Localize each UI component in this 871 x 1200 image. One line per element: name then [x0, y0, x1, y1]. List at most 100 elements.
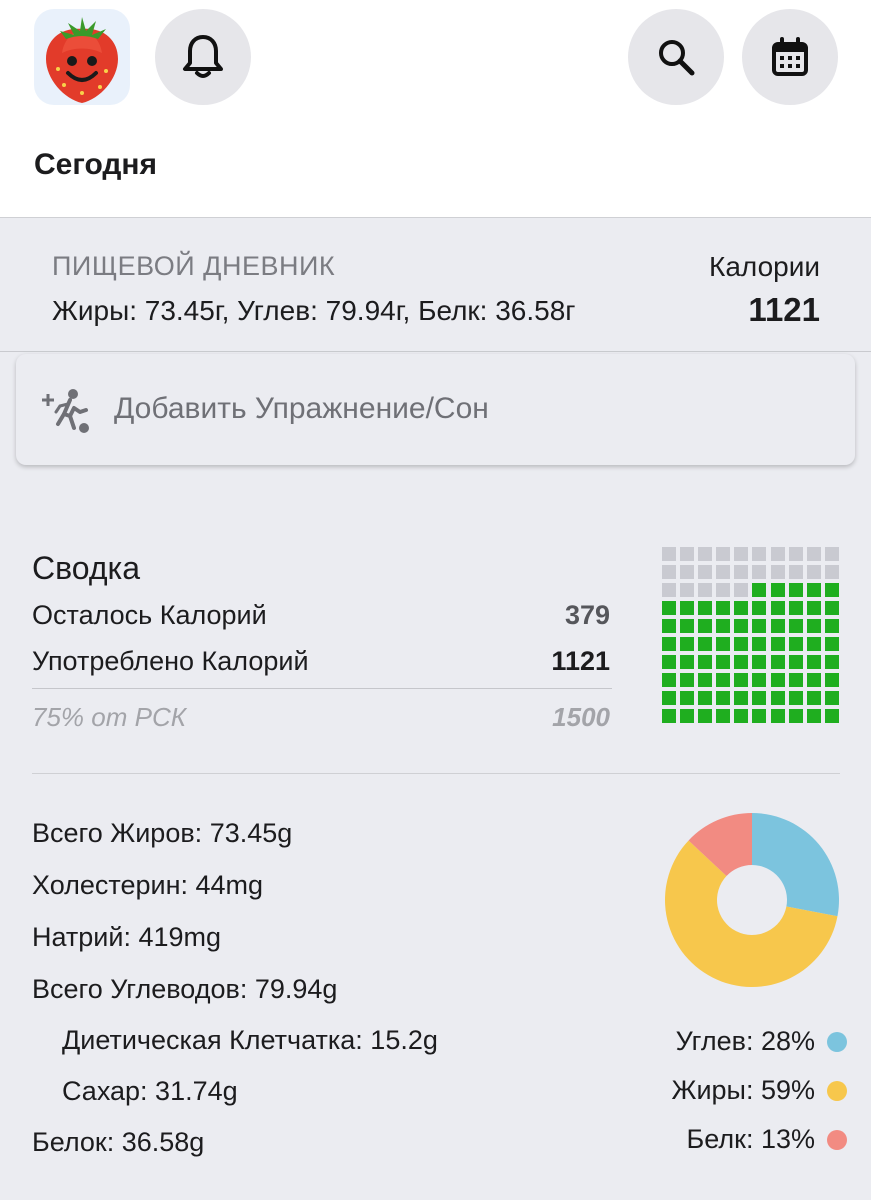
sugar: Сахар: 31.74g	[62, 1076, 238, 1106]
waffle-cell-filled	[680, 637, 695, 651]
consumed-calories-value: 1121	[551, 646, 610, 676]
waffle-cell-filled	[662, 691, 676, 705]
waffle-cell-filled	[770, 601, 785, 615]
legend-label: Жиры: 59%	[671, 1075, 815, 1105]
waffle-cell-filled	[824, 601, 839, 615]
search-button[interactable]	[628, 9, 724, 105]
waffle-cell-empty	[662, 583, 676, 597]
remaining-calories-value: 379	[564, 600, 610, 630]
diary-macros: Жиры: 73.45г, Углев: 79.94г, Белк: 36.58…	[52, 295, 576, 326]
waffle-cell-filled	[662, 619, 676, 633]
waffle-cell-filled	[806, 583, 821, 597]
waffle-cell-filled	[716, 709, 731, 723]
add-exercise-button[interactable]: Добавить Упражнение/Сон	[16, 354, 855, 465]
notifications-button[interactable]	[155, 9, 251, 105]
waffle-cell-filled	[734, 637, 749, 651]
waffle-cell-empty	[752, 547, 767, 561]
waffle-cell-filled	[662, 709, 676, 723]
waffle-cell-filled	[788, 691, 803, 705]
legend-item-protein: Белк: 13%	[687, 1124, 847, 1155]
dietary-fiber: Диетическая Клетчатка: 15.2g	[62, 1025, 438, 1055]
waffle-cell-filled	[788, 709, 803, 723]
legend-dot	[827, 1080, 847, 1101]
add-exercise-icon	[42, 389, 89, 433]
waffle-cell-filled	[752, 601, 767, 615]
waffle-cell-filled	[734, 655, 749, 669]
waffle-cell-empty	[698, 565, 713, 579]
waffle-cell-filled	[680, 691, 695, 705]
waffle-cell-filled	[716, 691, 731, 705]
waffle-cell-empty	[806, 565, 821, 579]
waffle-cell-empty	[698, 547, 713, 561]
rsk-percent-label: 75% от РСК	[32, 702, 187, 732]
waffle-cell-filled	[806, 673, 821, 687]
waffle-cell-empty	[680, 565, 695, 579]
waffle-cell-empty	[716, 565, 731, 579]
waffle-cell-filled	[752, 655, 767, 669]
strawberry-logo[interactable]	[34, 9, 130, 105]
waffle-cell-filled	[788, 619, 803, 633]
waffle-cell-filled	[770, 709, 785, 723]
waffle-cell-filled	[734, 691, 749, 705]
waffle-cell-empty	[680, 583, 695, 597]
waffle-cell-empty	[824, 547, 839, 561]
waffle-cell-filled	[824, 709, 839, 723]
summary-title: Сводка	[32, 550, 141, 586]
waffle-cell-filled	[680, 601, 695, 615]
remaining-calories-label: Осталось Калорий	[32, 600, 267, 630]
waffle-cell-filled	[662, 601, 676, 615]
waffle-cell-filled	[806, 637, 821, 651]
waffle-cell-empty	[680, 547, 695, 561]
waffle-cell-filled	[734, 601, 749, 615]
diary-title: ПИЩЕВОЙ ДНЕВНИК	[52, 251, 336, 281]
waffle-cell-empty	[770, 547, 785, 561]
waffle-cell-filled	[680, 709, 695, 723]
waffle-cell-empty	[752, 565, 767, 579]
waffle-cell-filled	[824, 673, 839, 687]
total-carbs: Всего Углеводов: 79.94g	[32, 974, 338, 1004]
waffle-cell-filled	[824, 619, 839, 633]
section-divider	[32, 773, 840, 774]
waffle-cell-filled	[752, 583, 767, 597]
waffle-cell-empty	[662, 547, 676, 561]
waffle-cell-filled	[770, 673, 785, 687]
waffle-cell-filled	[770, 583, 785, 597]
legend-dot	[827, 1031, 847, 1052]
waffle-cell-filled	[662, 655, 676, 669]
waffle-cell-empty	[806, 547, 821, 561]
waffle-cell-empty	[698, 583, 713, 597]
summary-divider	[32, 688, 612, 689]
waffle-cell-filled	[698, 673, 713, 687]
waffle-cell-filled	[788, 583, 803, 597]
waffle-cell-filled	[734, 619, 749, 633]
waffle-cell-filled	[824, 583, 839, 597]
waffle-cell-filled	[698, 601, 713, 615]
waffle-cell-empty	[734, 547, 749, 561]
calories-value: 1121	[748, 291, 820, 328]
waffle-cell-filled	[698, 691, 713, 705]
legend-item-carbs: Углев: 28%	[676, 1026, 847, 1057]
total-fat: Всего Жиров: 73.45g	[32, 818, 293, 848]
waffle-cell-filled	[716, 637, 731, 651]
strawberry-icon	[46, 17, 118, 103]
waffle-cell-filled	[752, 673, 767, 687]
food-diary-summary[interactable]: ПИЩЕВОЙ ДНЕВНИК Жиры: 73.45г, Углев: 79.…	[0, 219, 871, 352]
calendar-button[interactable]	[742, 9, 838, 105]
waffle-cell-filled	[734, 709, 749, 723]
page-title: Сегодня	[34, 148, 158, 181]
waffle-cell-filled	[752, 691, 767, 705]
donut-slice-Углев	[752, 813, 839, 917]
add-exercise-label: Добавить Упражнение/Сон	[114, 392, 489, 425]
bell-icon	[183, 35, 223, 78]
waffle-cell-filled	[770, 637, 785, 651]
waffle-cell-empty	[734, 565, 749, 579]
waffle-cell-filled	[752, 709, 767, 723]
waffle-cell-filled	[680, 655, 695, 669]
waffle-cell-filled	[698, 655, 713, 669]
waffle-cell-filled	[716, 655, 731, 669]
waffle-cell-filled	[770, 619, 785, 633]
waffle-cell-filled	[698, 619, 713, 633]
waffle-cell-filled	[698, 637, 713, 651]
waffle-cell-filled	[662, 637, 676, 651]
waffle-cell-filled	[806, 601, 821, 615]
